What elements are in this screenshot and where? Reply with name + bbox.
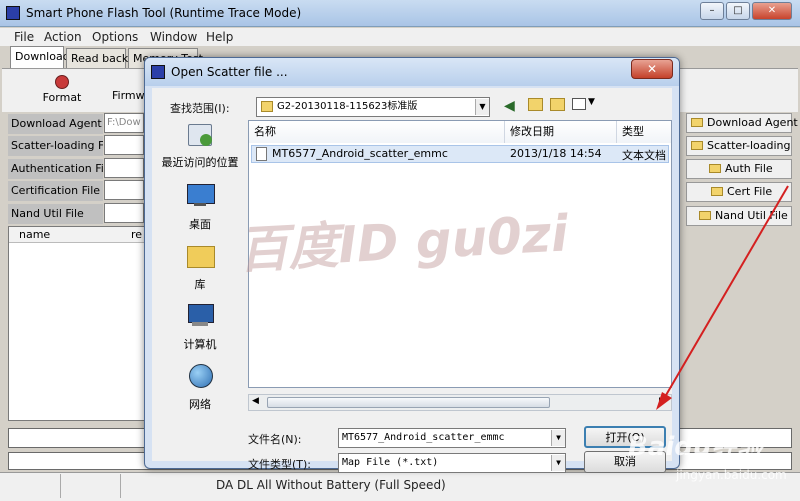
baidu-logo: Baidu经验 xyxy=(628,432,764,462)
baidu-url: jingyan.baidu.com xyxy=(676,468,787,482)
